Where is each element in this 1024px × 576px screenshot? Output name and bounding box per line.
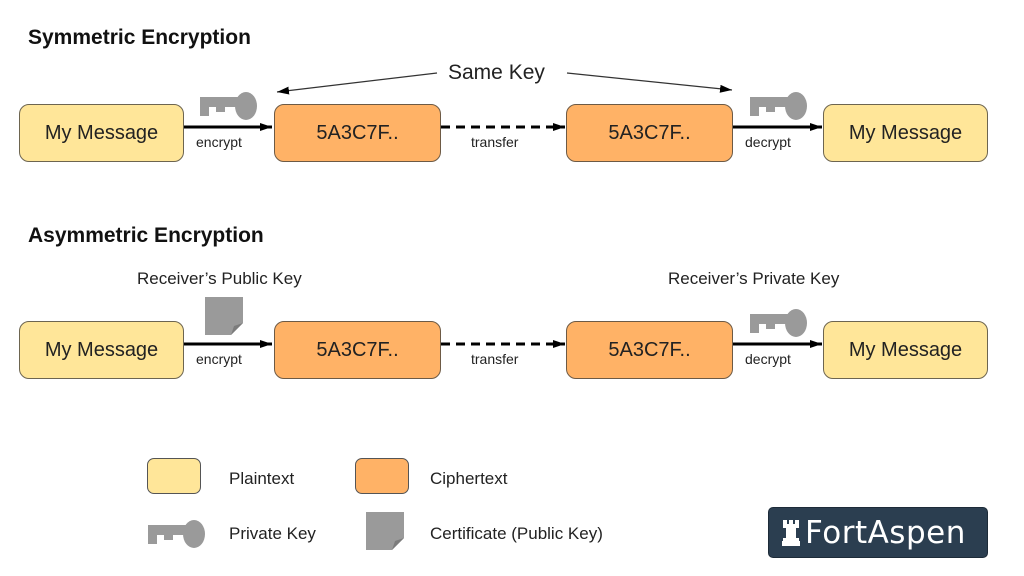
asym-ciphertext-sent: 5A3C7F.. (274, 321, 441, 379)
asym-ciphertext-received: 5A3C7F.. (566, 321, 733, 379)
asym-transfer-label: transfer (471, 351, 519, 367)
legend-certificate-label: Certificate (Public Key) (430, 524, 603, 543)
key-icon (750, 309, 807, 337)
sym-encrypt-label: encrypt (196, 134, 242, 150)
sym-ciphertext-sent: 5A3C7F.. (274, 104, 441, 162)
rook-icon (782, 519, 800, 546)
same-key-pointer-right (566, 72, 733, 93)
sym-plaintext-source: My Message (19, 104, 184, 162)
key-icon (200, 92, 257, 120)
sym-ciphertext-received: 5A3C7F.. (566, 104, 733, 162)
legend-private-key-label: Private Key (229, 524, 316, 543)
legend-plaintext-swatch (147, 458, 201, 494)
fortaspen-logo: FortAspen (768, 507, 988, 558)
sym-decrypt-label: decrypt (745, 134, 791, 150)
asym-decrypt-label: decrypt (745, 351, 791, 367)
legend-certificate-icon (366, 512, 404, 550)
legend-key-icon (148, 520, 205, 548)
logo-text: FortAspen (805, 514, 966, 551)
public-key-label: Receiver’s Public Key (137, 269, 302, 288)
private-key-label: Receiver’s Private Key (668, 269, 840, 288)
asym-plaintext-source: My Message (19, 321, 184, 379)
same-key-label: Same Key (448, 61, 545, 84)
legend-ciphertext-swatch (355, 458, 409, 494)
same-key-pointer-left (276, 72, 438, 95)
asym-plaintext-result: My Message (823, 321, 988, 379)
sym-plaintext-result: My Message (823, 104, 988, 162)
sym-transfer-label: transfer (471, 134, 519, 150)
key-icon (750, 92, 807, 120)
asym-encrypt-label: encrypt (196, 351, 242, 367)
legend-ciphertext-label: Ciphertext (430, 469, 508, 488)
certificate-icon (205, 297, 243, 335)
legend-plaintext-label: Plaintext (229, 469, 295, 488)
